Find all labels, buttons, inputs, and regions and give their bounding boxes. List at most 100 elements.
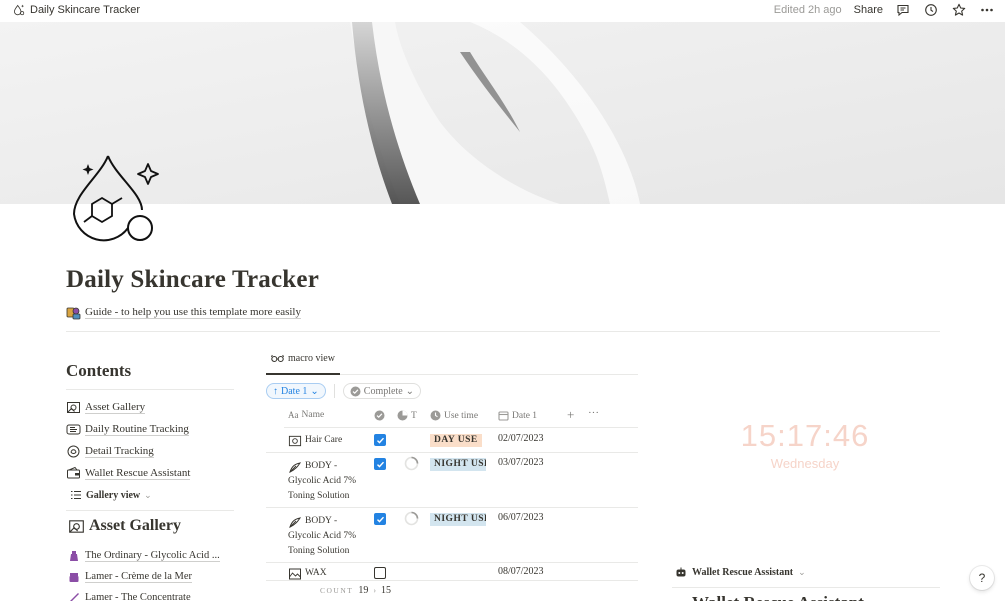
wallet-view-switcher[interactable]: Wallet Rescue Assistant ⌄: [675, 566, 806, 578]
more-options-icon[interactable]: ···: [588, 407, 599, 419]
complete-checkbox[interactable]: [374, 567, 386, 579]
table-row[interactable]: BODY - Glycolic Acid 7% Toning Solution …: [266, 508, 638, 563]
share-button[interactable]: Share: [854, 4, 883, 16]
wallet-icon: [67, 466, 80, 478]
row-name-text: BODY -: [305, 461, 338, 471]
count-footer: COUNT 19 › 15: [320, 585, 391, 596]
breadcrumb-title: Daily Skincare Tracker: [30, 3, 141, 16]
jar-icon: [69, 572, 79, 582]
chevron-right-icon: ›: [373, 586, 377, 595]
progress-ring-icon: [404, 511, 419, 526]
row-date: 08/07/2023: [498, 566, 544, 577]
page-title: Daily Skincare Tracker: [66, 266, 319, 293]
row-name: BODY - Glycolic Acid 7% Toning Solution: [288, 459, 366, 504]
more-options-icon[interactable]: [979, 2, 995, 18]
asset-gallery-item-label: Lamer - Crème de la Mer: [85, 570, 192, 583]
complete-filter-label: Complete: [363, 385, 403, 397]
rollup-icon: [397, 410, 408, 421]
divider: [672, 587, 940, 588]
count-value: 19: [358, 585, 369, 596]
column-date[interactable]: Date 1: [498, 410, 537, 421]
asset-gallery-list: The Ordinary - Glycolic Acid ... Lamer -…: [68, 545, 236, 601]
comments-icon[interactable]: [895, 2, 911, 18]
check-icon: [376, 437, 384, 444]
clock-time: 15:17:46: [740, 418, 870, 453]
sort-label: Date 1: [281, 385, 308, 397]
robot-icon: [676, 567, 686, 577]
skincare-drop-icon: [14, 4, 25, 16]
asset-gallery-item[interactable]: Lamer - The Concentrate: [68, 587, 236, 601]
table-row[interactable]: BODY - Glycolic Acid 7% Toning Solution …: [266, 453, 638, 508]
edited-status: Edited 2h ago: [773, 4, 842, 16]
asset-gallery-title: Asset Gallery: [89, 517, 181, 534]
chevron-down-icon: ⌄: [798, 566, 806, 577]
contents-item-daily-routine[interactable]: Daily Routine Tracking: [66, 418, 234, 440]
contents-item-label: Wallet Rescue Assistant: [85, 466, 191, 480]
history-icon[interactable]: [923, 2, 939, 18]
view-tab-bar: macro view: [266, 350, 638, 375]
hair-care-icon: [288, 435, 302, 446]
guide-link[interactable]: Guide - to help you use this template mo…: [66, 305, 301, 320]
count-sub-value: 15: [381, 585, 392, 596]
contents-item-asset-gallery[interactable]: Asset Gallery: [66, 396, 234, 418]
row-name-line: Glycolic Acid 7%: [288, 531, 357, 541]
row-name-text: WAX: [305, 568, 327, 578]
contents-item-wallet-rescue[interactable]: Wallet Rescue Assistant: [66, 462, 234, 484]
chevron-down-icon: ⌄: [405, 385, 415, 397]
chevron-down-icon: ⌄: [144, 489, 152, 500]
chevron-down-icon: ⌄: [310, 385, 319, 397]
row-date: 03/07/2023: [498, 457, 544, 468]
detail-icon: [67, 445, 80, 457]
row-name: WAX: [288, 566, 366, 581]
table-row[interactable]: Hair Care DAY USE 02/07/2023: [266, 429, 638, 453]
divider: [333, 384, 335, 398]
column-complete[interactable]: [374, 410, 385, 421]
asset-gallery-item[interactable]: The Ordinary - Glycolic Acid ...: [68, 545, 236, 566]
contents-item-label: Detail Tracking: [85, 444, 154, 458]
routine-icon: [66, 424, 81, 434]
sort-date-pill[interactable]: ↑ Date 1 ⌄: [266, 383, 326, 399]
check-circle-icon: [374, 410, 385, 421]
complete-checkbox[interactable]: [374, 513, 386, 525]
use-time-badge: DAY USE: [430, 434, 482, 447]
contents-heading: Contents: [66, 361, 132, 380]
dropper-icon: [69, 592, 79, 601]
column-name-label: Name: [301, 410, 325, 420]
filter-bar: ↑ Date 1 ⌄ Complete ⌄: [266, 383, 422, 399]
asset-gallery-heading: Asset Gallery: [68, 517, 181, 535]
column-use-time[interactable]: Use time: [430, 410, 478, 421]
gallery-view-switcher[interactable]: Gallery view ⌄: [70, 489, 152, 501]
check-icon: [376, 516, 384, 523]
table-row[interactable]: WAX 08/07/2023: [266, 563, 638, 581]
complete-filter-pill[interactable]: Complete ⌄: [342, 383, 422, 399]
wax-icon: [289, 568, 301, 579]
row-name: BODY - Glycolic Acid 7% Toning Solution: [288, 514, 366, 559]
column-t[interactable]: T: [397, 410, 417, 421]
column-name[interactable]: Aa Name: [288, 410, 324, 420]
favorite-star-icon[interactable]: [951, 2, 967, 18]
complete-checkbox[interactable]: [374, 434, 386, 446]
contents-list: Asset Gallery Daily Routine Tracking Det…: [66, 396, 234, 484]
complete-checkbox[interactable]: [374, 458, 386, 470]
bottle-icon: [70, 550, 78, 561]
column-t-label: T: [411, 410, 417, 421]
add-column-icon[interactable]: +: [567, 407, 574, 423]
asset-gallery-item[interactable]: Lamer - Crème de la Mer: [68, 566, 236, 587]
contents-item-detail-tracking[interactable]: Detail Tracking: [66, 440, 234, 462]
wallet-view-label: Wallet Rescue Assistant: [692, 566, 794, 578]
tab-macro-view[interactable]: macro view: [266, 350, 340, 375]
breadcrumb[interactable]: Daily Skincare Tracker: [12, 3, 140, 16]
glasses-icon: [271, 354, 284, 363]
body-care-icon: [289, 516, 302, 528]
asset-gallery-icon: [69, 519, 84, 533]
contents-item-label: Daily Routine Tracking: [85, 422, 189, 436]
check-circle-icon: [350, 386, 361, 396]
row-name-text: Hair Care: [305, 435, 343, 445]
divider: [66, 331, 940, 332]
count-label: COUNT: [320, 586, 354, 595]
guide-text: Guide - to help you use this template mo…: [85, 306, 301, 319]
divider: [66, 389, 234, 390]
divider: [66, 510, 234, 511]
help-button[interactable]: ?: [970, 566, 994, 590]
progress-ring-icon: [404, 456, 419, 471]
